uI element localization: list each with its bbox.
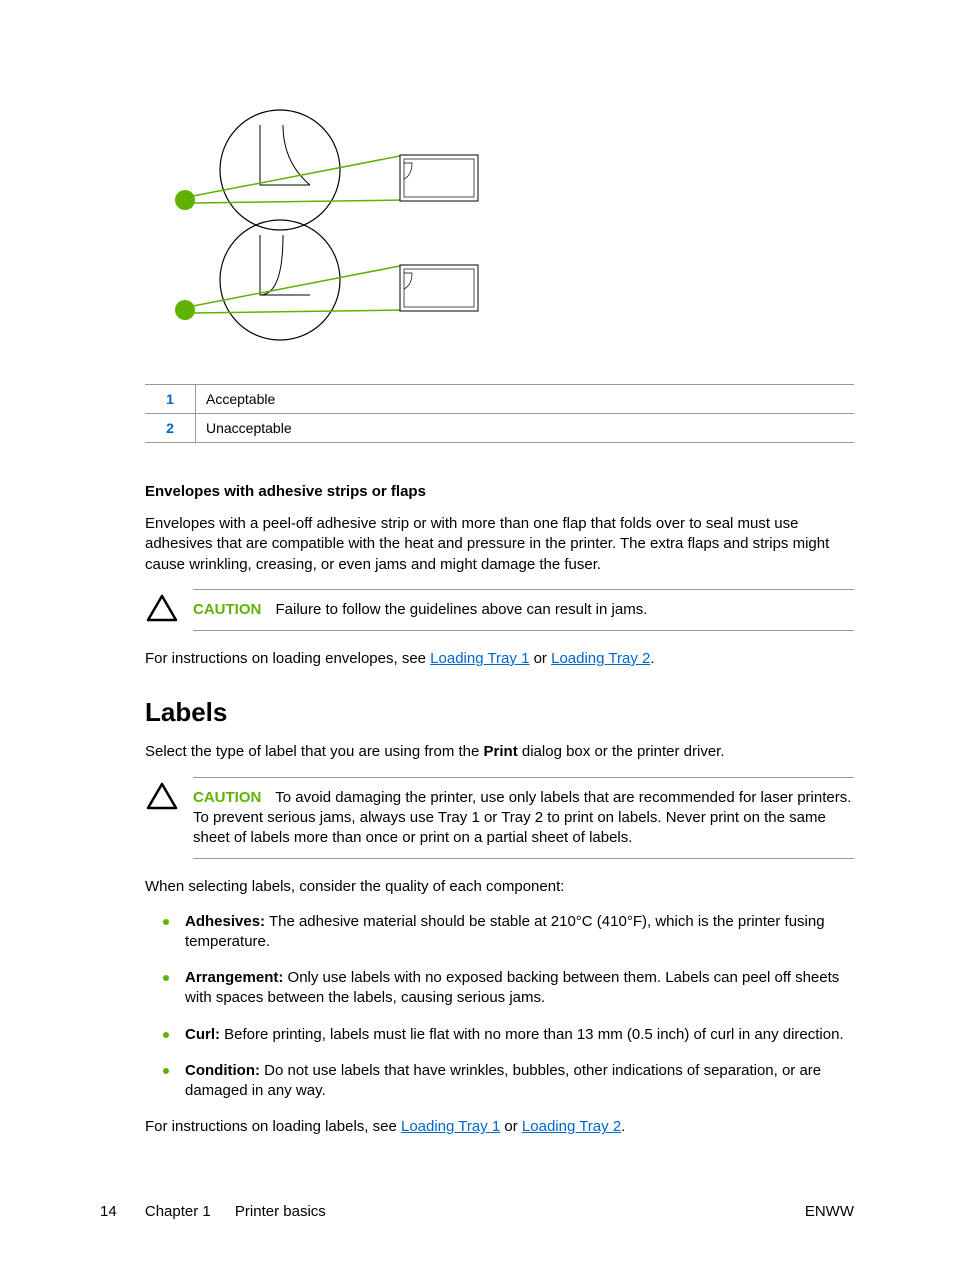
paragraph: For instructions on loading envelopes, s… bbox=[145, 649, 854, 669]
list-item: Curl: Before printing, labels must lie f… bbox=[145, 1025, 854, 1045]
table-row: 2 Unacceptable bbox=[145, 414, 854, 443]
caution-label: CAUTION bbox=[193, 601, 261, 618]
legend-table: 1 Acceptable 2 Unacceptable bbox=[145, 384, 854, 443]
page-footer: 14 Chapter 1 Printer basics ENWW bbox=[100, 1203, 854, 1220]
paragraph: When selecting labels, consider the qual… bbox=[145, 877, 854, 897]
caution-note: CAUTION To avoid damaging the printer, u… bbox=[145, 777, 854, 860]
chapter-label: Chapter 1 bbox=[145, 1203, 211, 1220]
link-loading-tray-1[interactable]: Loading Tray 1 bbox=[430, 650, 529, 667]
list-item: Condition: Do not use labels that have w… bbox=[145, 1061, 854, 1102]
list-item: Adhesives: The adhesive material should … bbox=[145, 912, 854, 953]
caution-label: CAUTION bbox=[193, 789, 261, 806]
sub-heading: Envelopes with adhesive strips or flaps bbox=[145, 483, 854, 500]
caution-note: CAUTION Failure to follow the guidelines… bbox=[145, 589, 854, 631]
caution-icon bbox=[145, 589, 179, 627]
footer-right: ENWW bbox=[805, 1203, 854, 1220]
legend-text: Unacceptable bbox=[196, 414, 855, 443]
link-loading-tray-1[interactable]: Loading Tray 1 bbox=[401, 1118, 500, 1135]
section-heading: Labels bbox=[145, 697, 854, 728]
list-item: Arrangement: Only use labels with no exp… bbox=[145, 968, 854, 1009]
caution-text: Failure to follow the guidelines above c… bbox=[276, 601, 648, 618]
link-loading-tray-2[interactable]: Loading Tray 2 bbox=[551, 650, 650, 667]
page-number: 14 bbox=[100, 1203, 117, 1220]
paragraph: Select the type of label that you are us… bbox=[145, 742, 854, 762]
envelope-diagram bbox=[145, 90, 854, 354]
legend-text: Acceptable bbox=[196, 385, 855, 414]
link-loading-tray-2[interactable]: Loading Tray 2 bbox=[522, 1118, 621, 1135]
legend-number: 2 bbox=[145, 414, 196, 443]
paragraph: Envelopes with a peel-off adhesive strip… bbox=[145, 514, 854, 575]
caution-text: To avoid damaging the printer, use only … bbox=[193, 789, 851, 847]
caution-icon bbox=[145, 777, 179, 815]
legend-number: 1 bbox=[145, 385, 196, 414]
table-row: 1 Acceptable bbox=[145, 385, 854, 414]
chapter-title: Printer basics bbox=[235, 1203, 326, 1220]
paragraph: For instructions on loading labels, see … bbox=[145, 1117, 854, 1137]
bullet-list: Adhesives: The adhesive material should … bbox=[145, 912, 854, 1102]
